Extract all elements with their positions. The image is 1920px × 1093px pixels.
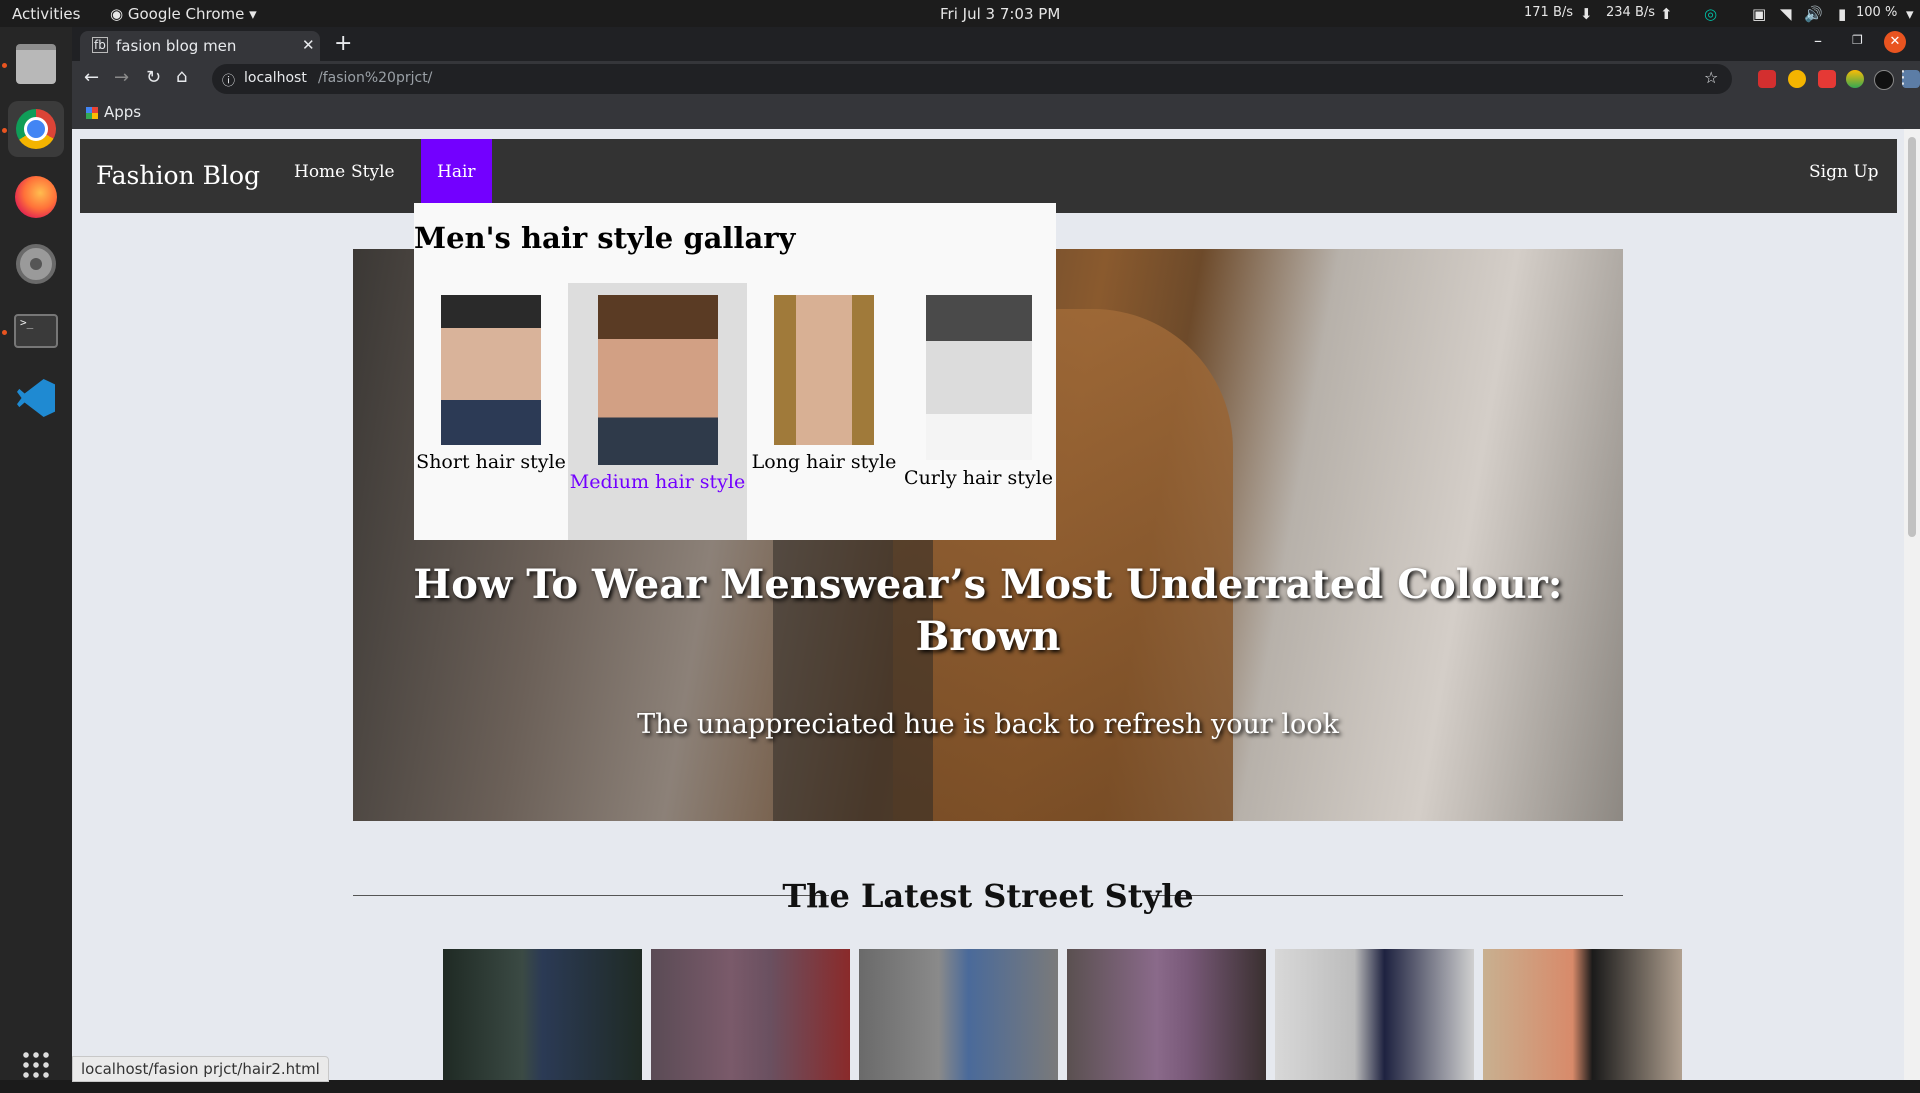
ubuntu-dock: >_ [0, 27, 72, 1080]
gear-icon [16, 244, 56, 284]
adblock-icon[interactable] [1758, 70, 1776, 88]
url-host: localhost [244, 70, 307, 86]
system-top-bar: Activities ◉ Google Chrome ▾ Fri Jul 3 7… [0, 0, 1920, 27]
colorful-extension-icon[interactable] [1846, 70, 1864, 88]
address-bar[interactable]: ⓘ localhost /fasion%20prjct/ ☆ [212, 64, 1732, 94]
street-photo[interactable] [1483, 949, 1682, 1080]
browser-tab[interactable]: fb fasion blog men ✕ [80, 31, 320, 61]
running-indicator [2, 128, 7, 133]
status-bubble: localhost/fasion prjct/hair2.html [72, 1056, 329, 1082]
emoji-extension-icon[interactable] [1788, 70, 1806, 88]
chrome-tab-strip: fb fasion blog men ✕ + – ❐ ✕ [72, 27, 1920, 61]
vpn-icon[interactable]: ◎ [1704, 5, 1717, 23]
chrome-toolbar: ← → ↻ ⌂ ⓘ localhost /fasion%20prjct/ ☆ ⋮ [72, 61, 1920, 97]
scrollbar-thumb[interactable] [1908, 137, 1916, 537]
page-viewport: Fashion Blog Home Style Hair Sign Up How… [72, 129, 1904, 1080]
apps-shortcut[interactable]: Apps [86, 103, 141, 121]
medium-hair-photo [597, 295, 718, 465]
chrome-app-menu[interactable]: ◉ Google Chrome ▾ [110, 5, 257, 23]
restore-button[interactable]: ❐ [1852, 33, 1863, 47]
new-tab-button[interactable]: + [334, 31, 352, 56]
screen-icon[interactable]: ▣ [1752, 5, 1766, 23]
nav-hair[interactable]: Hair [421, 139, 492, 203]
battery-level: 100 % [1856, 5, 1898, 20]
close-tab-icon[interactable]: ✕ [302, 36, 315, 54]
street-photo[interactable] [1067, 949, 1266, 1080]
gallery-item-long[interactable]: Long hair style [747, 283, 901, 540]
activities-button[interactable]: Activities [12, 5, 80, 23]
files-icon [16, 44, 56, 84]
info-icon: ⓘ [222, 74, 236, 89]
settings-launcher[interactable] [8, 236, 64, 292]
terminal-launcher[interactable]: >_ [8, 303, 64, 359]
back-button[interactable]: ← [84, 67, 99, 88]
tab-title: fasion blog men [116, 37, 237, 55]
gallery-caption: Short hair style [416, 451, 566, 473]
home-button[interactable]: ⌂ [176, 66, 187, 87]
chrome-icon: ◉ [110, 5, 124, 23]
chrome-icon [16, 109, 56, 149]
minimize-button[interactable]: – [1814, 31, 1822, 50]
running-indicator [2, 330, 7, 335]
wifi-icon[interactable]: ◥ [1780, 5, 1792, 23]
gallery-caption: Long hair style [751, 451, 897, 473]
running-indicator [2, 63, 7, 68]
long-hair-photo [774, 295, 874, 445]
site-brand[interactable]: Fashion Blog [96, 161, 260, 190]
apps-grid-icon [86, 106, 98, 119]
video-extension-icon[interactable] [1818, 70, 1836, 88]
section-title: The Latest Street Style [782, 877, 1194, 915]
nav-style[interactable]: Style [335, 139, 411, 203]
section-heading-row: The Latest Street Style [353, 869, 1623, 919]
gallery-item-short[interactable]: Short hair style [414, 283, 568, 540]
nav-signup[interactable]: Sign Up [1793, 139, 1895, 203]
curly-hair-photo [925, 295, 1032, 460]
vscode-icon [17, 379, 55, 417]
url-path: /fasion%20prjct/ [318, 70, 433, 86]
forward-button[interactable]: → [114, 67, 129, 88]
street-photo[interactable] [1275, 949, 1474, 1080]
star-icon[interactable]: ☆ [1704, 68, 1718, 87]
app-name: Google Chrome [127, 5, 245, 23]
favicon-icon: fb [92, 37, 108, 53]
gallery-item-curly[interactable]: Curly hair style [901, 283, 1056, 540]
street-photo[interactable] [651, 949, 850, 1080]
net-down-speed: 171 B/s [1524, 5, 1574, 20]
chevron-down-icon: ▾ [249, 5, 257, 23]
dropdown-title: Men's hair style gallary [414, 221, 796, 255]
arrow-up-icon: ⬆ [1660, 5, 1673, 23]
firefox-launcher[interactable] [8, 169, 64, 225]
site-navbar: Fashion Blog Home Style Hair Sign Up [80, 139, 1897, 213]
apps-label: Apps [104, 103, 142, 121]
bookmarks-bar: Apps [72, 97, 1920, 129]
battery-icon[interactable]: ▮ [1838, 5, 1846, 23]
dark-extension-icon[interactable] [1874, 70, 1894, 90]
firefox-icon [15, 176, 57, 218]
page-scrollbar[interactable] [1904, 129, 1920, 1080]
vscode-launcher[interactable] [8, 370, 64, 426]
close-window-button[interactable]: ✕ [1884, 31, 1906, 53]
hair-dropdown-menu: Men's hair style gallary Short hair styl… [414, 203, 1056, 540]
hero-subtitle: The unappreciated hue is back to refresh… [637, 709, 1339, 740]
terminal-icon: >_ [14, 314, 58, 348]
street-photo[interactable] [859, 949, 1058, 1080]
hero-title: How To Wear Menswear’s Most Underrated C… [413, 561, 1563, 660]
reload-button[interactable]: ↻ [146, 67, 161, 88]
net-up-speed: 234 B/s [1606, 5, 1656, 20]
gallery-caption: Medium hair style [569, 471, 746, 493]
street-photo[interactable] [443, 949, 642, 1080]
grid-icon [21, 1050, 51, 1080]
power-menu-icon[interactable]: ▾ [1906, 5, 1914, 23]
gallery-item-medium[interactable]: Medium hair style [568, 283, 747, 540]
files-launcher[interactable] [8, 36, 64, 92]
chrome-menu-button[interactable]: ⋮ [1894, 67, 1912, 88]
short-hair-photo [441, 295, 541, 445]
gallery-caption: Curly hair style [904, 467, 1053, 489]
clock[interactable]: Fri Jul 3 7:03 PM [940, 5, 1060, 23]
show-applications-button[interactable] [8, 1037, 64, 1093]
arrow-down-icon: ⬇ [1580, 5, 1593, 23]
chrome-launcher[interactable] [8, 101, 64, 157]
volume-icon[interactable]: 🔊 [1804, 5, 1823, 23]
